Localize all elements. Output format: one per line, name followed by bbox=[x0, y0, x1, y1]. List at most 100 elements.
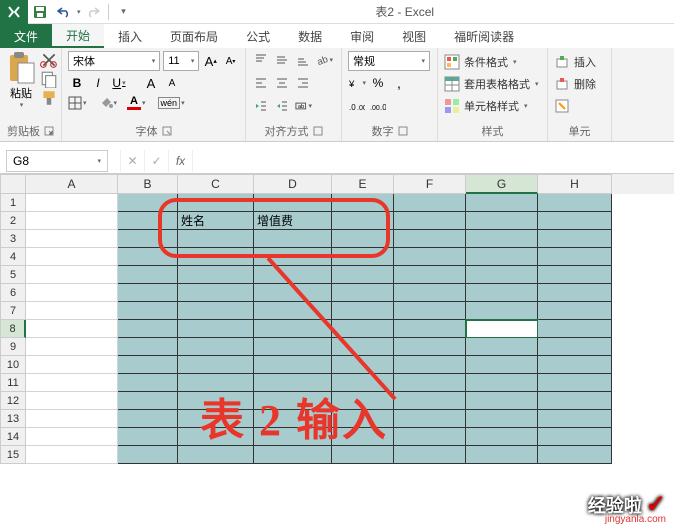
dialog-launcher-icon[interactable] bbox=[313, 126, 323, 136]
cell-A15[interactable] bbox=[26, 446, 118, 464]
cut-button[interactable] bbox=[40, 51, 58, 67]
cell-D5[interactable] bbox=[254, 266, 332, 284]
cell-C8[interactable] bbox=[178, 320, 254, 338]
cell-E2[interactable] bbox=[332, 212, 394, 230]
col-header-G[interactable]: G bbox=[466, 174, 538, 194]
cell-D6[interactable] bbox=[254, 284, 332, 302]
cell-A13[interactable] bbox=[26, 410, 118, 428]
cell-C13[interactable] bbox=[178, 410, 254, 428]
align-left-button[interactable] bbox=[252, 74, 270, 92]
cell-C9[interactable] bbox=[178, 338, 254, 356]
cell-B4[interactable] bbox=[118, 248, 178, 266]
cell-B13[interactable] bbox=[118, 410, 178, 428]
cell-E8[interactable] bbox=[332, 320, 394, 338]
cell-D7[interactable] bbox=[254, 302, 332, 320]
cell-G9[interactable] bbox=[466, 338, 538, 356]
cell-D4[interactable] bbox=[254, 248, 332, 266]
cell-H6[interactable] bbox=[538, 284, 612, 302]
cell-E4[interactable] bbox=[332, 248, 394, 266]
cell-F11[interactable] bbox=[394, 374, 466, 392]
cell-A5[interactable] bbox=[26, 266, 118, 284]
align-top-button[interactable] bbox=[252, 51, 270, 69]
cell-E9[interactable] bbox=[332, 338, 394, 356]
accounting-format-button[interactable]: ¥▾ bbox=[348, 74, 366, 92]
cell-D14[interactable] bbox=[254, 428, 332, 446]
col-header-E[interactable]: E bbox=[332, 174, 394, 194]
cell-E5[interactable] bbox=[332, 266, 394, 284]
cell-F14[interactable] bbox=[394, 428, 466, 446]
cell-B15[interactable] bbox=[118, 446, 178, 464]
row-header-9[interactable]: 9 bbox=[0, 338, 26, 356]
align-center-button[interactable] bbox=[273, 74, 291, 92]
row-header-8[interactable]: 8 bbox=[0, 320, 26, 338]
cancel-button[interactable]: ✕ bbox=[120, 150, 144, 172]
tab-foxit[interactable]: 福昕阅读器 bbox=[440, 24, 528, 48]
tab-file[interactable]: 文件 bbox=[0, 24, 52, 48]
cell-A6[interactable] bbox=[26, 284, 118, 302]
decrease-font-alt-button[interactable]: A bbox=[163, 74, 181, 92]
cell-C2[interactable]: 姓名 bbox=[178, 212, 254, 230]
cell-H7[interactable] bbox=[538, 302, 612, 320]
italic-button[interactable]: I bbox=[89, 74, 107, 92]
qa-redo-icon[interactable] bbox=[81, 0, 105, 24]
cell-E10[interactable] bbox=[332, 356, 394, 374]
format-as-table-button[interactable]: 套用表格格式▾ bbox=[444, 73, 541, 95]
cell-A12[interactable] bbox=[26, 392, 118, 410]
row-header-12[interactable]: 12 bbox=[0, 392, 26, 410]
cell-G13[interactable] bbox=[466, 410, 538, 428]
tab-home[interactable]: 开始 bbox=[52, 24, 104, 48]
decrease-indent-button[interactable] bbox=[252, 97, 270, 115]
percent-button[interactable]: % bbox=[369, 74, 387, 92]
cell-B9[interactable] bbox=[118, 338, 178, 356]
cell-F4[interactable] bbox=[394, 248, 466, 266]
dialog-launcher-icon[interactable] bbox=[398, 126, 408, 136]
cell-A14[interactable] bbox=[26, 428, 118, 446]
cell-F15[interactable] bbox=[394, 446, 466, 464]
align-middle-button[interactable] bbox=[273, 51, 291, 69]
cell-B2[interactable] bbox=[118, 212, 178, 230]
font-color-button[interactable]: A▾ bbox=[127, 95, 146, 110]
row-header-11[interactable]: 11 bbox=[0, 374, 26, 392]
col-header-C[interactable]: C bbox=[178, 174, 254, 194]
copy-button[interactable] bbox=[40, 70, 58, 86]
cell-B8[interactable] bbox=[118, 320, 178, 338]
cell-H15[interactable] bbox=[538, 446, 612, 464]
orientation-button[interactable]: ab▾ bbox=[315, 51, 333, 69]
cell-F12[interactable] bbox=[394, 392, 466, 410]
cell-H5[interactable] bbox=[538, 266, 612, 284]
tab-review[interactable]: 审阅 bbox=[336, 24, 388, 48]
cell-H10[interactable] bbox=[538, 356, 612, 374]
borders-button[interactable]: ▾ bbox=[68, 96, 87, 110]
cell-B14[interactable] bbox=[118, 428, 178, 446]
col-header-B[interactable]: B bbox=[118, 174, 178, 194]
cell-D2[interactable]: 增值费 bbox=[254, 212, 332, 230]
row-header-5[interactable]: 5 bbox=[0, 266, 26, 284]
row-header-14[interactable]: 14 bbox=[0, 428, 26, 446]
cell-B7[interactable] bbox=[118, 302, 178, 320]
fill-color-button[interactable]: ▾ bbox=[99, 97, 118, 109]
cell-G5[interactable] bbox=[466, 266, 538, 284]
cell-D13[interactable] bbox=[254, 410, 332, 428]
cell-B3[interactable] bbox=[118, 230, 178, 248]
cell-D11[interactable] bbox=[254, 374, 332, 392]
cell-A10[interactable] bbox=[26, 356, 118, 374]
cell-F3[interactable] bbox=[394, 230, 466, 248]
cell-B6[interactable] bbox=[118, 284, 178, 302]
cell-B12[interactable] bbox=[118, 392, 178, 410]
tab-page-layout[interactable]: 页面布局 bbox=[156, 24, 232, 48]
cell-D10[interactable] bbox=[254, 356, 332, 374]
cell-F7[interactable] bbox=[394, 302, 466, 320]
col-header-F[interactable]: F bbox=[394, 174, 466, 194]
cell-H13[interactable] bbox=[538, 410, 612, 428]
cell-C10[interactable] bbox=[178, 356, 254, 374]
cell-E1[interactable] bbox=[332, 194, 394, 212]
phonetic-button[interactable]: wén▾ bbox=[158, 97, 185, 109]
cell-E15[interactable] bbox=[332, 446, 394, 464]
cell-E11[interactable] bbox=[332, 374, 394, 392]
cell-A4[interactable] bbox=[26, 248, 118, 266]
cell-B1[interactable] bbox=[118, 194, 178, 212]
cell-H1[interactable] bbox=[538, 194, 612, 212]
font-size-select[interactable]: 11▾ bbox=[163, 51, 199, 71]
cell-E14[interactable] bbox=[332, 428, 394, 446]
tab-data[interactable]: 数据 bbox=[284, 24, 336, 48]
